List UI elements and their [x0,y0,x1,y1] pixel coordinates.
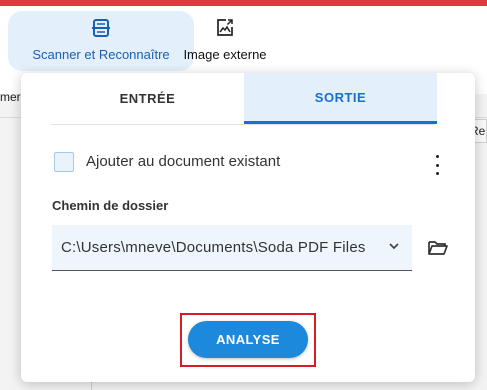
output-settings-popup: ENTRÉE SORTIE Ajouter au document exista… [21,73,475,382]
image-icon [214,17,236,39]
more-vertical-icon[interactable] [431,155,443,175]
background-text-fragment: mer [0,90,21,104]
folder-open-icon[interactable] [426,236,450,260]
chevron-down-icon [387,239,401,253]
scanner-icon [90,17,112,39]
scan-recognize-button[interactable]: Scanner et Reconnaître [8,11,194,71]
folder-path-value: C:\Users\mneve\Documents\Soda PDF Files [61,239,366,256]
scan-recognize-label: Scanner et Reconnaître [32,47,170,62]
external-image-button[interactable]: Image externe [180,11,270,71]
folder-path-select[interactable]: C:\Users\mneve\Documents\Soda PDF Files [52,225,412,271]
tab-sortie[interactable]: SORTIE [244,73,437,124]
folder-path-label: Chemin de dossier [52,198,169,213]
tab-entree[interactable]: ENTRÉE [51,73,244,124]
append-to-document-checkbox[interactable] [54,152,74,172]
tab-divider [51,124,434,125]
analyse-button[interactable]: ANALYSE [188,321,308,358]
append-to-document-label: Ajouter au document existant [86,153,281,170]
external-image-label: Image externe [183,47,267,62]
